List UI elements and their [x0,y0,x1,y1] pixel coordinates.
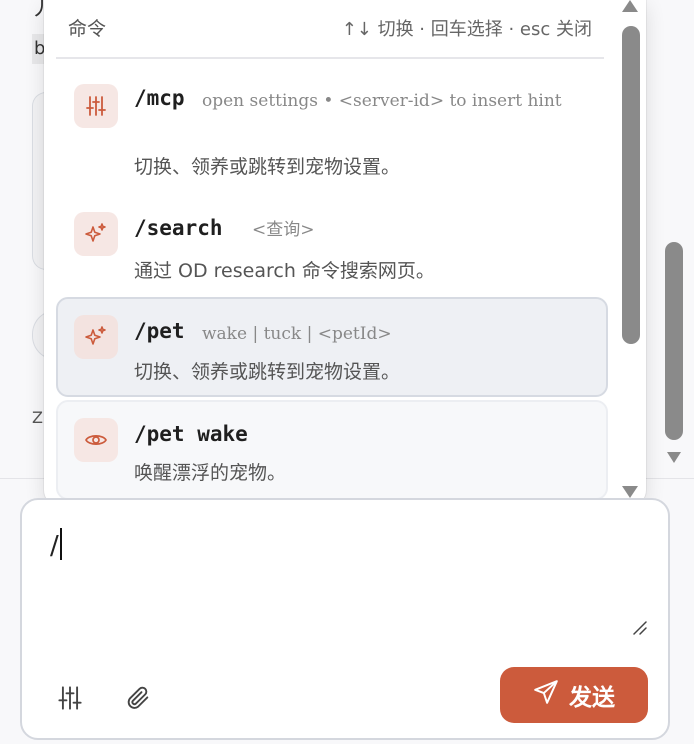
palette-title: 命令 [68,18,107,40]
paperclip-icon[interactable] [120,680,156,716]
sliders-icon [74,84,118,128]
sliders-icon[interactable] [52,680,88,716]
command-item-pet-wake[interactable]: /pet wake 唤醒漂浮的宠物。 [56,400,608,500]
command-item-pet[interactable]: /pet wake | tuck | <petId> 切换、领养或跳转到宠物设置… [56,297,608,397]
command-item-mcp[interactable]: /mcp open settings • <server-id> to inse… [56,70,604,192]
command-name: /pet wake [134,422,248,446]
palette-scroll-up-arrow[interactable] [622,0,638,12]
message-composer[interactable]: / 发送 [20,498,670,740]
command-description: 通过 OD research 命令搜索网页。 [134,260,435,282]
command-args: <查询> [252,220,315,240]
sparkle-icon [74,212,118,256]
page-scrollbar-thumb[interactable] [665,242,683,440]
command-description: 切换、领养或跳转到宠物设置。 [134,361,401,383]
composer-value: / [50,531,59,561]
composer-input[interactable]: / [50,528,62,561]
command-description: 切换、领养或跳转到宠物设置。 [134,156,401,178]
send-icon [533,679,559,711]
eye-icon [74,418,118,462]
palette-scrollbar-thumb[interactable] [622,26,640,344]
command-item-search[interactable]: /search <查询> 通过 OD research 命令搜索网页。 [56,200,604,292]
command-palette: 命令 ↑↓ 切换 · 回车选择 · esc 关闭 /mcp open setti… [44,0,646,506]
resize-handle-icon[interactable] [632,620,648,640]
palette-header: 命令 ↑↓ 切换 · 回车选择 · esc 关闭 [68,14,592,42]
page-scroll-down-arrow[interactable] [667,452,681,463]
background-text-fragment: Z [32,408,43,427]
keyboard-hint: ↑↓ 切换 · 回车选择 · esc 关闭 [341,19,592,40]
divider [56,57,604,59]
command-args: wake | tuck | <petId> [202,324,392,344]
command-description: 唤醒漂浮的宠物。 [134,462,287,484]
command-name: /search [134,216,223,240]
command-name: /pet [134,319,185,343]
text-caret [59,528,62,560]
send-button[interactable]: 发送 [500,667,648,723]
command-args: open settings • <server-id> to insert hi… [202,91,562,111]
command-name: /mcp [134,86,185,110]
sparkle-icon [74,315,118,359]
palette-scroll-down-arrow[interactable] [622,486,638,498]
send-button-label: 发送 [569,685,615,711]
